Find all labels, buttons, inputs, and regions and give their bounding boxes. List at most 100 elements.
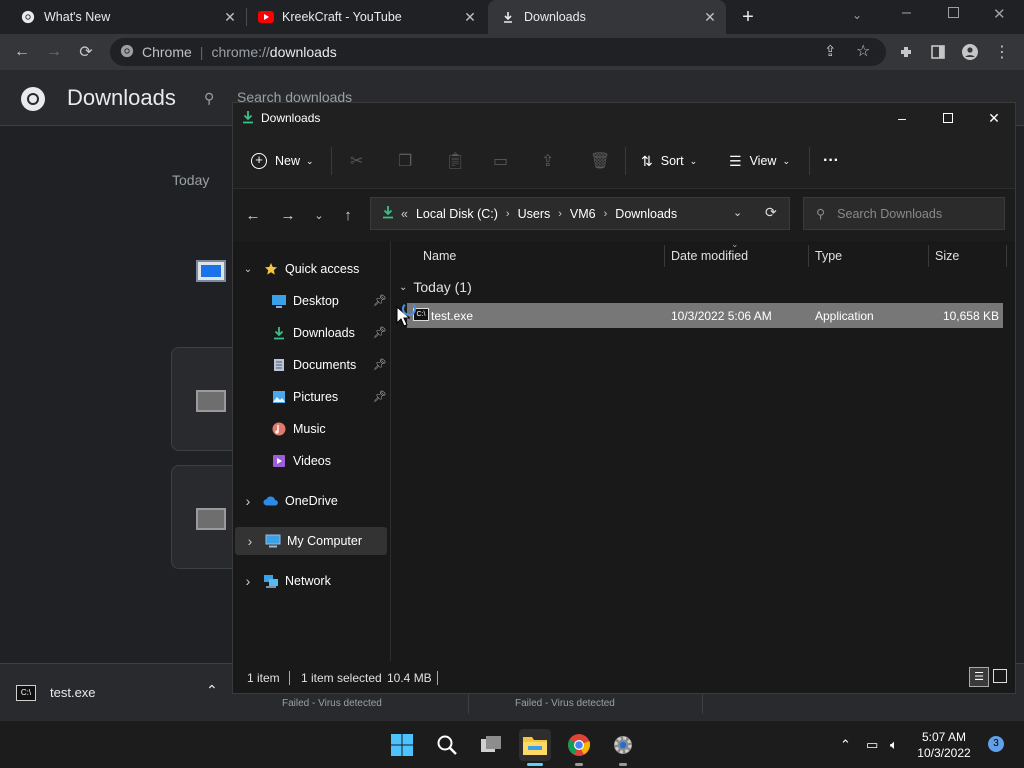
item-count: 1 item xyxy=(247,671,280,685)
file-size: 10,658 KB xyxy=(942,309,999,323)
more-options-icon[interactable]: ··· xyxy=(823,149,839,173)
pin-icon: 📌︎ xyxy=(373,295,387,307)
share-icon[interactable]: ⇪ xyxy=(541,149,554,173)
column-name[interactable]: Name xyxy=(423,241,456,271)
tab-whats-new[interactable]: What's New ✕ xyxy=(0,0,246,34)
sort-button[interactable]: ⇅ Sort ⌄ xyxy=(641,149,697,173)
details-view-icon[interactable]: ☰ xyxy=(969,667,989,687)
forward-icon[interactable]: → xyxy=(42,40,66,64)
search-input[interactable]: ⚲ Search Downloads xyxy=(803,197,1005,230)
music-icon xyxy=(271,421,287,437)
new-button[interactable]: + New ⌄ xyxy=(251,149,314,173)
view-label: View xyxy=(749,154,777,168)
cut-icon[interactable]: ✂ xyxy=(350,149,363,173)
copy-icon[interactable]: ❐ xyxy=(398,149,412,173)
minimize-icon[interactable]: – xyxy=(879,103,925,133)
chrome-taskbar-icon[interactable] xyxy=(563,729,595,761)
breadcrumb-users[interactable]: Users xyxy=(518,207,551,221)
sidebar-item-downloads[interactable]: Downloads 📌︎ xyxy=(233,319,391,347)
search-icon: ⚲ xyxy=(816,207,826,221)
close-tab-icon[interactable]: ✕ xyxy=(462,9,478,25)
sidebar-item-documents[interactable]: Documents 📌︎ xyxy=(233,351,391,379)
sidebar-item-videos[interactable]: Videos xyxy=(233,447,391,475)
shelf-item[interactable]: C:\ test.exe ⌃ xyxy=(0,664,232,721)
column-divider[interactable] xyxy=(664,245,665,267)
network-status-icon[interactable]: ▭ xyxy=(866,737,878,753)
clock-date: 10/3/2022 xyxy=(917,746,971,760)
address-dropdown-icon[interactable]: ⌄ xyxy=(733,206,742,219)
chrome-menu-icon[interactable]: ⋮ xyxy=(990,40,1014,64)
breadcrumb-vm6[interactable]: VM6 xyxy=(570,207,596,221)
notification-badge[interactable]: 3 xyxy=(988,736,1004,752)
column-divider[interactable] xyxy=(808,245,809,267)
refresh-icon[interactable]: ⟳ xyxy=(765,204,777,221)
rename-icon[interactable]: ▭ xyxy=(493,149,508,173)
search-icon[interactable] xyxy=(431,729,463,761)
close-tab-icon[interactable]: ✕ xyxy=(222,9,238,25)
breadcrumb-local-disk[interactable]: Local Disk (C:) xyxy=(416,207,498,221)
volume-icon[interactable]: 🔈︎ xyxy=(890,737,898,753)
view-button[interactable]: ☰ View ⌄ xyxy=(729,149,790,173)
sidebar-item-pictures[interactable]: Pictures 📌︎ xyxy=(233,383,391,411)
overflow-icon[interactable]: « xyxy=(401,207,408,221)
breadcrumb-downloads[interactable]: Downloads xyxy=(615,207,677,221)
side-panel-icon[interactable] xyxy=(926,40,950,64)
group-header[interactable]: ⌄ Today (1) xyxy=(399,279,472,295)
tab-downloads[interactable]: Downloads ✕ xyxy=(488,0,726,34)
column-divider[interactable] xyxy=(928,245,929,267)
sidebar-item-desktop[interactable]: Desktop 📌︎ xyxy=(233,287,391,315)
start-button[interactable] xyxy=(386,729,418,761)
chevron-right-icon: › xyxy=(558,207,562,220)
up-icon[interactable]: ↑ xyxy=(336,203,360,227)
chevron-right-icon[interactable]: › xyxy=(241,573,255,589)
chevron-right-icon[interactable]: › xyxy=(241,493,255,509)
sidebar-item-my-computer[interactable]: › My Computer xyxy=(235,527,387,555)
sidebar-item-music[interactable]: Music xyxy=(233,415,391,443)
bookmark-star-icon[interactable]: ☆ xyxy=(856,41,870,61)
column-type[interactable]: Type xyxy=(815,241,842,271)
settings-gear-icon[interactable] xyxy=(607,729,639,761)
sidebar-item-onedrive[interactable]: › OneDrive xyxy=(233,487,391,515)
reload-icon[interactable]: ⟳ xyxy=(74,40,98,64)
share-icon[interactable]: ⇪ xyxy=(824,42,837,60)
tab-youtube[interactable]: KreekCraft - YouTube ✕ xyxy=(248,0,486,34)
recent-locations-icon[interactable]: ⌄ xyxy=(307,203,331,227)
back-icon[interactable]: ← xyxy=(241,203,265,227)
tab-search-icon[interactable]: ⌄ xyxy=(852,8,862,22)
forward-icon[interactable]: → xyxy=(276,203,300,227)
file-icon xyxy=(196,508,226,530)
address-bar[interactable]: « Local Disk (C:) › Users › VM6 › Downlo… xyxy=(370,197,790,230)
minimize-window-icon[interactable]: – xyxy=(902,4,911,22)
sidebar-item-network[interactable]: › Network xyxy=(233,567,391,595)
sidebar-item-label: Pictures xyxy=(293,390,339,404)
file-explorer-taskbar-icon[interactable] xyxy=(519,729,551,761)
column-size[interactable]: Size xyxy=(935,241,959,271)
close-tab-icon[interactable]: ✕ xyxy=(702,9,718,25)
file-row[interactable]: C:\ test.exe 10/3/2022 5:06 AM Applicati… xyxy=(407,303,1003,328)
url-path: downloads xyxy=(269,44,337,60)
column-divider[interactable] xyxy=(1006,245,1007,267)
sidebar-item-label: My Computer xyxy=(287,534,363,548)
address-bar[interactable]: Chrome | chrome:// downloads ⇪ ☆ xyxy=(110,38,886,66)
sidebar-item-label: Downloads xyxy=(293,326,355,340)
toolbar-divider xyxy=(625,147,626,175)
extensions-icon[interactable] xyxy=(894,40,918,64)
delete-icon[interactable]: 🗑︎ xyxy=(590,149,610,173)
restore-window-icon[interactable] xyxy=(948,7,959,18)
maximize-icon[interactable] xyxy=(925,103,971,133)
show-hidden-icons-icon[interactable]: ⌃ xyxy=(840,737,851,753)
chevron-up-icon[interactable]: ⌃ xyxy=(206,682,218,699)
date-group-label: Today xyxy=(172,172,210,188)
task-view-icon[interactable] xyxy=(475,729,507,761)
chevron-down-icon[interactable]: ⌄ xyxy=(241,264,255,275)
close-icon[interactable]: ✕ xyxy=(971,103,1017,133)
sidebar-item-quick-access[interactable]: ⌄ Quick access xyxy=(233,255,391,283)
large-icons-view-icon[interactable] xyxy=(993,669,1007,683)
back-icon[interactable]: ← xyxy=(10,40,34,64)
system-clock[interactable]: 5:07 AM 10/3/2022 xyxy=(912,729,976,761)
profile-avatar-icon[interactable] xyxy=(958,40,982,64)
paste-icon[interactable]: 📋︎ xyxy=(445,149,465,173)
close-window-icon[interactable]: ✕ xyxy=(993,5,1006,23)
new-tab-button[interactable]: + xyxy=(738,7,758,27)
chevron-right-icon[interactable]: › xyxy=(243,533,257,549)
